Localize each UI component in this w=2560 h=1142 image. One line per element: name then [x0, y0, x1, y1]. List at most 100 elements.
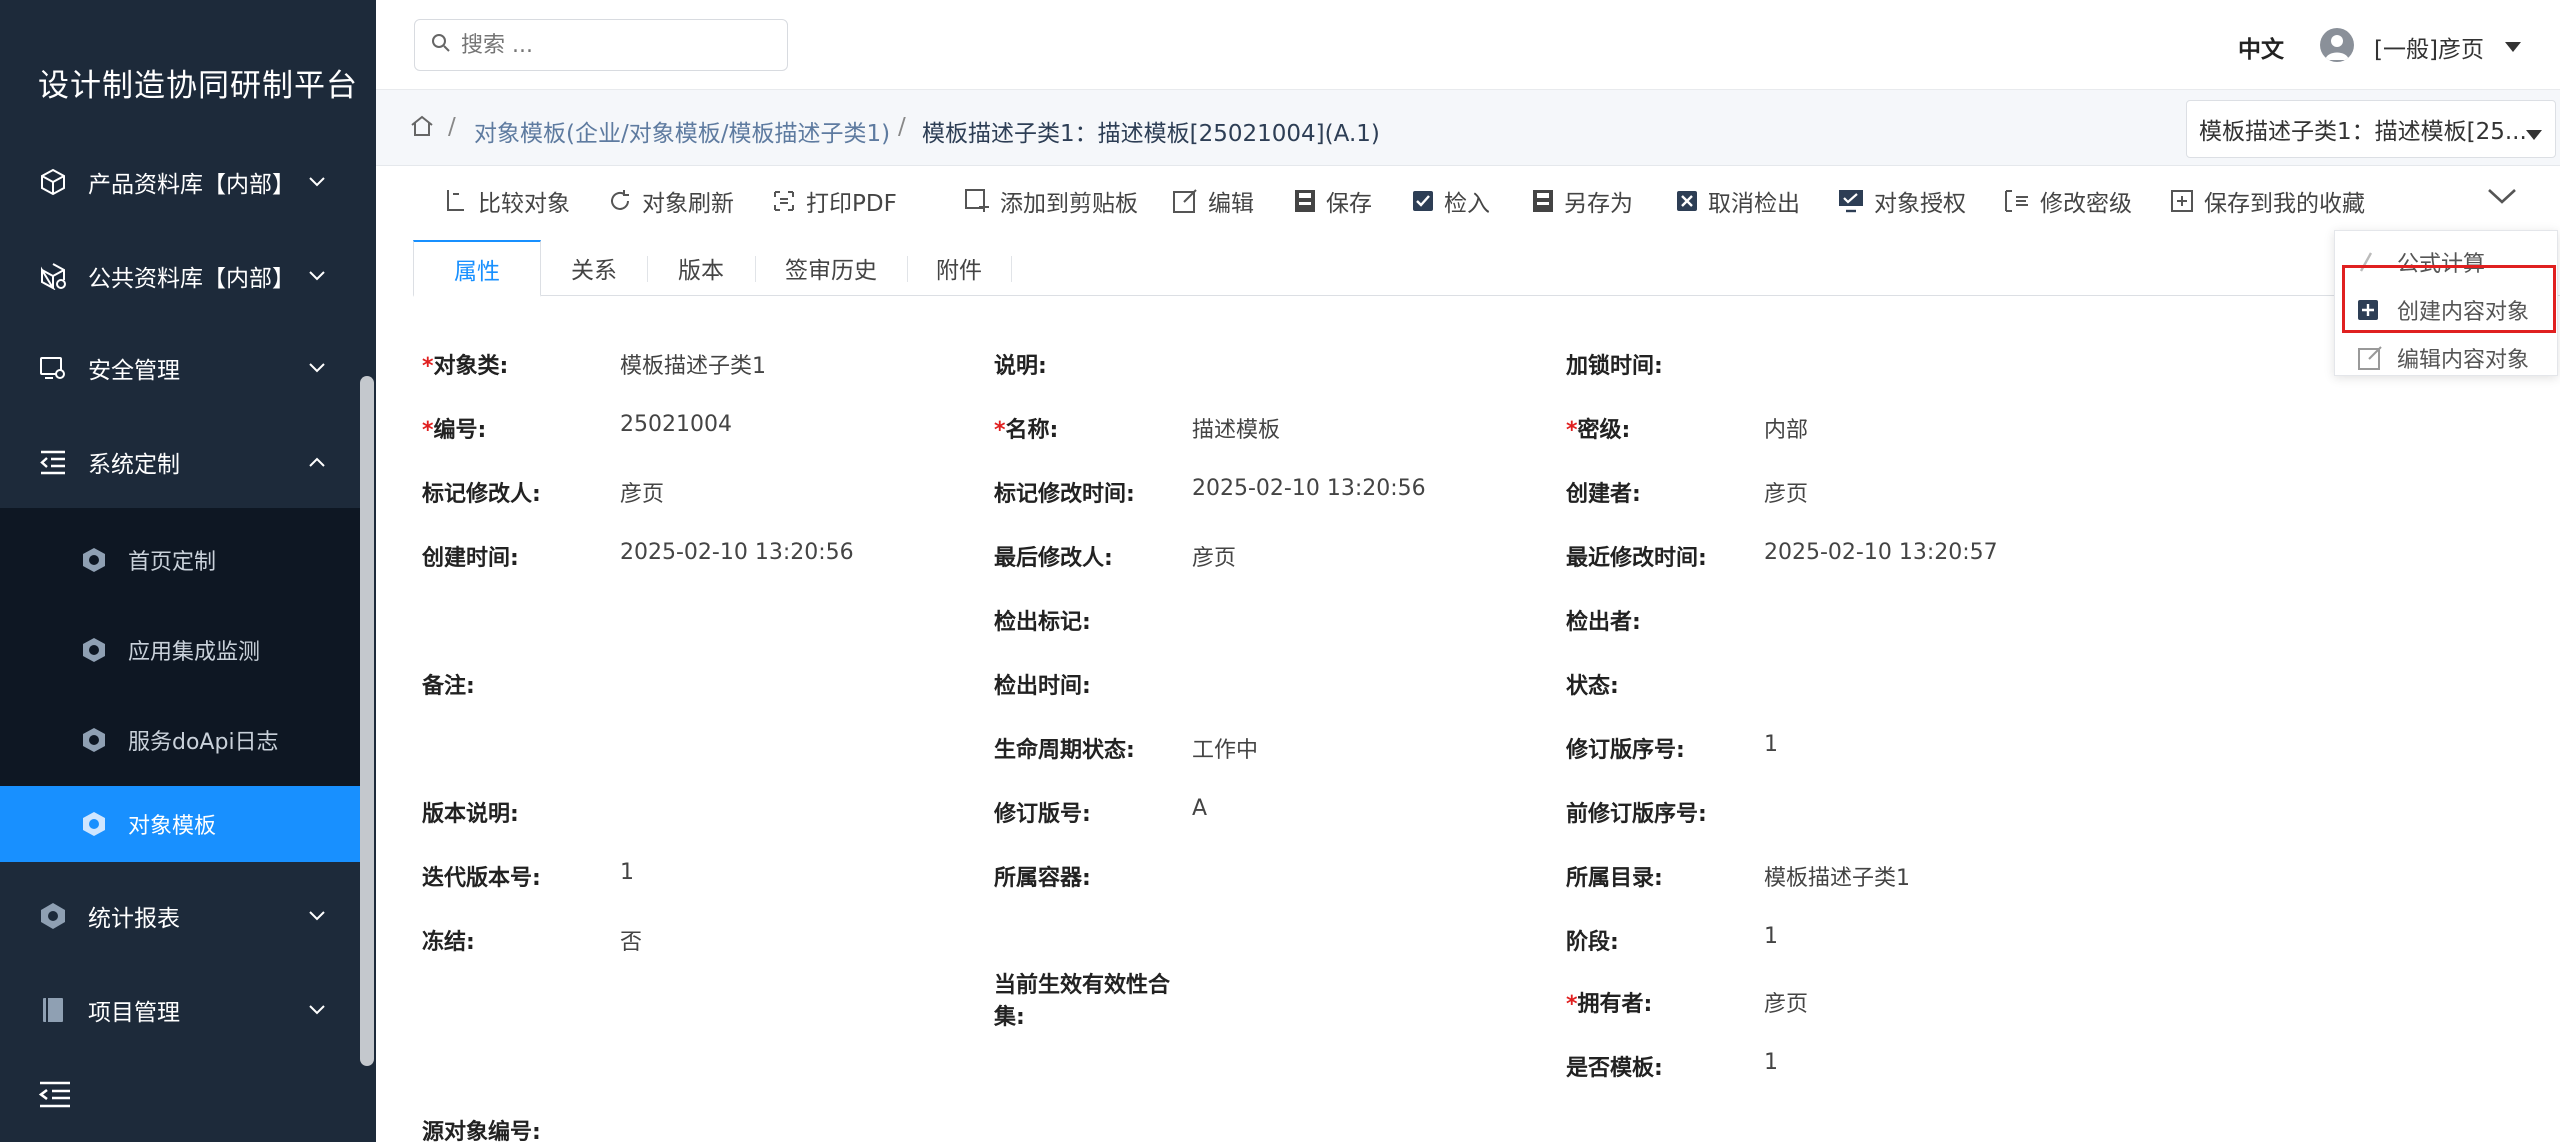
field-label-checkout-mark: 检出标记: — [994, 610, 1091, 635]
hexagon-icon — [80, 810, 108, 838]
sidebar-item-security[interactable]: 安全管理 — [0, 322, 360, 414]
chevron-down-icon — [306, 905, 328, 927]
search-box[interactable] — [414, 19, 788, 71]
field-label-checkout-time: 检出时间: — [994, 674, 1091, 699]
sidebar: 设计制造协同研制平台 产品资料库【内部】 公共资料库【内部】 安全管理 系统定制… — [0, 0, 376, 1142]
hexagon-icon — [80, 546, 108, 574]
tab-versions[interactable]: 版本 — [647, 240, 755, 296]
menu-item-edit-content-object[interactable]: 编辑内容对象 — [2335, 335, 2559, 381]
breadcrumb-current: 模板描述子类1：描述模板[25021004](A.1) — [922, 121, 1380, 147]
field-label-owner: *拥有者: — [1566, 992, 1653, 1017]
field-value-owner: 彦页 — [1764, 992, 1809, 1017]
save-as-button[interactable]: 另存为 — [1532, 186, 1633, 217]
refresh-icon — [611, 190, 629, 210]
field-label-prev-revision-seq: 前修订版序号: — [1566, 802, 1707, 827]
hexagon-icon — [38, 901, 68, 931]
field-label-object-class: *对象类: — [422, 354, 509, 379]
field-label-description: 说明: — [994, 354, 1047, 379]
sidebar-subitem-integration-monitor[interactable]: 应用集成监测 — [0, 612, 360, 688]
field-value-object-class: 模板描述子类1 — [620, 354, 766, 379]
sidebar-item-label: 系统定制 — [88, 452, 180, 478]
field-label-mark-modifier: 标记修改人: — [422, 482, 541, 507]
field-label-name: *名称: — [994, 418, 1059, 443]
save-button[interactable]: 保存 — [1294, 186, 1372, 217]
add-to-clipboard-button[interactable]: 添加到剪贴板 — [964, 186, 1138, 217]
screen-gear-icon — [38, 353, 68, 383]
tab-approval-history[interactable]: 签审历史 — [755, 240, 907, 296]
sidebar-item-projects[interactable]: 项目管理 — [0, 964, 360, 1056]
field-label-last-modifier: 最后修改人: — [994, 546, 1113, 571]
sidebar-item-system-custom[interactable]: 系统定制 — [0, 416, 360, 508]
sidebar-item-label: 统计报表 — [88, 906, 180, 932]
sidebar-subitem-homepage-custom[interactable]: 首页定制 — [0, 522, 360, 598]
refresh-object-button[interactable]: 对象刷新 — [608, 186, 734, 217]
modify-security-button[interactable]: 修改密级 — [2004, 186, 2132, 217]
compare-object-button[interactable]: 比较对象 — [444, 186, 570, 217]
chevron-down-icon — [306, 999, 328, 1021]
field-value-creator: 彦页 — [1764, 482, 1809, 507]
chevron-down-icon — [306, 171, 328, 193]
more-actions-chevron-icon[interactable] — [2486, 186, 2518, 210]
book-icon — [38, 995, 68, 1025]
avatar[interactable] — [2320, 28, 2354, 62]
tab-attachments[interactable]: 附件 — [907, 240, 1011, 296]
breadcrumb-parent[interactable]: 对象模板(企业/对象模板/模板描述子类1) — [474, 114, 890, 148]
sidebar-subitem-object-template[interactable]: 对象模板 — [0, 786, 360, 862]
field-label-directory: 所属目录: — [1566, 866, 1663, 891]
highlight-box — [2342, 265, 2556, 333]
field-label-revision: 修订版号: — [994, 802, 1091, 827]
language-switch[interactable]: 中文 — [2238, 30, 2284, 64]
check-in-button[interactable]: 检入 — [1412, 186, 1490, 217]
app-title: 设计制造协同研制平台 — [38, 68, 358, 104]
field-value-created-time: 2025-02-10 13:20:56 — [620, 540, 854, 565]
print-icon — [774, 191, 794, 211]
tab-relations[interactable]: 关系 — [541, 240, 647, 296]
search-input[interactable] — [461, 32, 771, 58]
field-label-created-time: 创建时间: — [422, 546, 519, 571]
field-label-checkout-user: 检出者: — [1566, 610, 1641, 635]
field-label-status: 状态: — [1566, 674, 1619, 699]
tab-bar: 属性 关系 版本 签审历史 附件 — [413, 240, 2560, 297]
field-value-is-template: 1 — [1764, 1050, 1778, 1075]
hexagon-icon — [80, 636, 108, 664]
collapse-sidebar-icon[interactable] — [38, 1080, 74, 1110]
tab-attributes[interactable]: 属性 — [413, 240, 541, 297]
object-select[interactable]: 模板描述子类1：描述模板[25... — [2186, 100, 2556, 158]
caret-down-icon[interactable] — [2504, 38, 2522, 57]
field-value-revision-seq: 1 — [1764, 732, 1778, 757]
sidebar-item-product-library[interactable]: 产品资料库【内部】 — [0, 136, 360, 228]
field-value-revision: A — [1192, 796, 1208, 821]
cube-icon — [38, 167, 68, 197]
user-name[interactable]: [一般]彦页 — [2374, 30, 2484, 64]
field-label-iteration: 迭代版本号: — [422, 866, 541, 891]
cancel-checkout-button[interactable]: 取消检出 — [1676, 186, 1800, 217]
indent-icon — [38, 447, 68, 477]
save-icon — [1295, 190, 1315, 212]
toolbar: 比较对象 对象刷新 打印PDF 添加到剪贴板 编辑 保存 检入 另存为 取消检出… — [376, 166, 2560, 236]
sidebar-item-reports[interactable]: 统计报表 — [0, 870, 360, 962]
field-label-is-template: 是否模板: — [1566, 1056, 1663, 1081]
print-pdf-button[interactable]: 打印PDF — [772, 186, 897, 217]
tab-divider — [1011, 256, 1012, 282]
field-value-security-level: 内部 — [1764, 418, 1809, 443]
save-as-icon — [1533, 190, 1553, 212]
chevron-up-icon — [306, 451, 328, 473]
field-value-last-modifier: 彦页 — [1192, 546, 1237, 571]
clipboard-add-icon — [965, 189, 989, 212]
sidebar-item-public-library[interactable]: 公共资料库【内部】 — [0, 230, 360, 322]
field-label-frozen: 冻结: — [422, 930, 475, 955]
breadcrumb-separator: / — [448, 114, 456, 140]
top-header: 中文 [一般]彦页 — [376, 0, 2560, 90]
object-authorize-button[interactable]: 对象授权 — [1838, 186, 1966, 217]
sidebar-item-label: 项目管理 — [88, 1000, 180, 1026]
sidebar-subitem-doapi-log[interactable]: 服务doApi日志 — [0, 702, 360, 778]
field-label-remark: 备注: — [422, 674, 475, 699]
edit-button[interactable]: 编辑 — [1172, 186, 1254, 217]
cancel-checkout-icon — [1677, 191, 1697, 211]
search-icon — [431, 33, 451, 57]
save-to-favorites-button[interactable]: 保存到我的收藏 — [2170, 186, 2365, 217]
sidebar-scrollbar[interactable] — [360, 376, 374, 1066]
home-icon[interactable] — [410, 114, 434, 142]
sidebar-item-label: 公共资料库【内部】 — [88, 266, 295, 292]
field-label-stage: 阶段: — [1566, 930, 1619, 955]
